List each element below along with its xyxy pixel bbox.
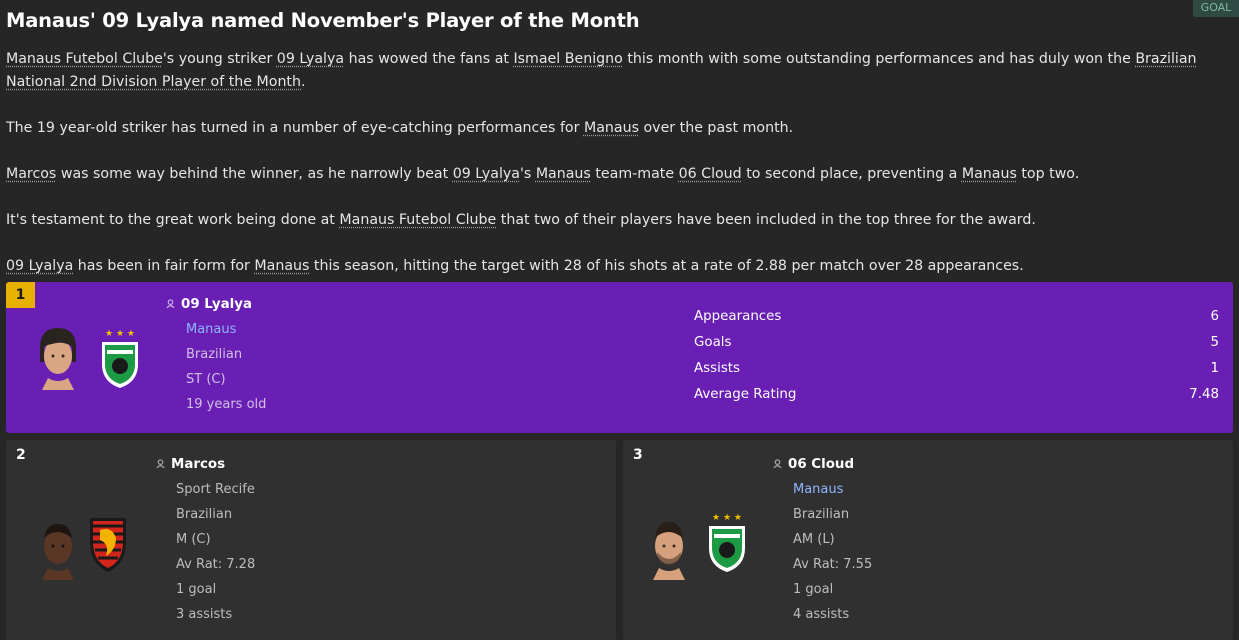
second-assists: 3 assists	[176, 607, 233, 622]
second-place-card[interactable]: 2 Marcos Sport Recife Brazilian M (C) Av…	[6, 440, 616, 640]
second-goals: 1 goal	[176, 582, 217, 597]
manaus-crest-icon[interactable]: ★ ★ ★	[705, 510, 749, 574]
second-position: M (C)	[176, 532, 211, 547]
third-nationality: Brazilian	[793, 507, 850, 522]
winner-nationality: Brazilian	[186, 347, 243, 362]
sport-recife-crest-icon[interactable]	[86, 512, 130, 576]
stat-value-assists: 1	[1210, 361, 1219, 376]
second-name-text[interactable]: Marcos	[171, 457, 225, 472]
article-text: 's young striker	[162, 51, 277, 67]
source-badge: GOAL	[1193, 0, 1239, 17]
third-rating: Av Rat: 7.55	[793, 557, 873, 572]
stat-label-goals: Goals	[694, 335, 732, 350]
person-icon	[773, 459, 782, 468]
second-club[interactable]: Sport Recife	[176, 482, 255, 497]
second-rating: Av Rat: 7.28	[176, 557, 256, 572]
svg-text:★ ★ ★: ★ ★ ★	[712, 513, 742, 523]
article-text: that two of their players have been incl…	[496, 212, 1036, 228]
rank-label-3: 3	[633, 447, 643, 463]
article-link[interactable]: Manaus	[584, 120, 639, 136]
article-text: top two.	[1016, 166, 1080, 182]
article-link[interactable]: Manaus	[962, 166, 1017, 182]
third-club[interactable]: Manaus	[793, 482, 843, 497]
rank-badge-1: 1	[6, 282, 35, 308]
article-link[interactable]: Ismael Benigno	[513, 51, 622, 67]
stat-label-average-rating: Average Rating	[694, 387, 797, 402]
third-assists: 4 assists	[793, 607, 850, 622]
article-link[interactable]: 09 Lyalya	[453, 166, 520, 182]
article-text: .	[301, 74, 306, 90]
rank-label-2: 2	[16, 447, 26, 463]
article-text: has wowed the fans at	[344, 51, 514, 67]
article-paragraph-1: Manaus Futebol Clube's young striker 09 …	[6, 48, 1231, 94]
third-goals: 1 goal	[793, 582, 834, 597]
winner-position: ST (C)	[186, 372, 226, 387]
manaus-crest-icon[interactable]: ★ ★ ★	[98, 326, 142, 390]
article-link[interactable]: 09 Lyalya	[6, 258, 73, 274]
article-link[interactable]: Manaus	[536, 166, 591, 182]
article-text: to second place, preventing a	[741, 166, 962, 182]
article-link[interactable]: 06 Cloud	[679, 166, 742, 182]
article-paragraph-3: Marcos was some way behind the winner, a…	[6, 163, 1231, 186]
article-paragraph-2: The 19 year-old striker has turned in a …	[6, 117, 1231, 140]
winner-name-text[interactable]: 09 Lyalya	[181, 297, 252, 312]
article-text: this month with some outstanding perform…	[622, 51, 1136, 67]
winner-card[interactable]: 1 ★ ★ ★ 09 Lyalya Manaus Brazilian ST (C…	[6, 282, 1233, 433]
third-position: AM (L)	[793, 532, 835, 547]
winner-age: 19 years old	[186, 397, 267, 412]
article-text: was some way behind the winner, as he na…	[56, 166, 453, 182]
stat-value-goals: 5	[1210, 335, 1219, 350]
third-name[interactable]: 06 Cloud	[773, 457, 854, 472]
article-link[interactable]: Manaus	[254, 258, 309, 274]
stat-label-appearances: Appearances	[694, 309, 782, 324]
article-paragraph-5: 09 Lyalya has been in fair form for Mana…	[6, 255, 1231, 278]
third-name-text[interactable]: 06 Cloud	[788, 457, 854, 472]
player-face-marcos[interactable]	[34, 516, 82, 580]
article-text: has been in fair form for	[73, 258, 255, 274]
article-text: It's testament to the great work being d…	[6, 212, 340, 228]
article-text: over the past month.	[638, 120, 794, 136]
article-link[interactable]: Manaus Futebol Clube	[339, 212, 496, 228]
article-paragraph-4: It's testament to the great work being d…	[6, 209, 1231, 232]
winner-name[interactable]: 09 Lyalya	[166, 297, 252, 312]
svg-text:★ ★ ★: ★ ★ ★	[105, 329, 135, 339]
player-face-lyalya[interactable]	[34, 326, 82, 390]
person-icon	[156, 459, 165, 468]
article-link[interactable]: Marcos	[6, 166, 56, 182]
article-text: this season, hitting the target with 28 …	[309, 258, 1024, 274]
headline: Manaus' 09 Lyalya named November's Playe…	[6, 9, 640, 32]
person-icon	[166, 299, 175, 308]
article-body: Manaus Futebol Clube's young striker 09 …	[6, 48, 1231, 301]
player-face-cloud[interactable]	[645, 516, 693, 580]
stat-value-appearances: 6	[1210, 309, 1219, 324]
second-nationality: Brazilian	[176, 507, 233, 522]
article-text: team-mate	[590, 166, 679, 182]
second-name[interactable]: Marcos	[156, 457, 225, 472]
article-text: The 19 year-old striker has turned in a …	[6, 120, 584, 136]
article-link[interactable]: Manaus Futebol Clube	[6, 51, 163, 67]
article-link[interactable]: 09 Lyalya	[277, 51, 344, 67]
winner-club[interactable]: Manaus	[186, 322, 236, 337]
third-place-card[interactable]: 3 ★ ★ ★ 06 Cloud Manaus Brazilian AM (L)…	[623, 440, 1233, 640]
article-text: 's	[520, 166, 536, 182]
stat-label-assists: Assists	[694, 361, 741, 376]
stat-value-average-rating: 7.48	[1189, 387, 1219, 402]
